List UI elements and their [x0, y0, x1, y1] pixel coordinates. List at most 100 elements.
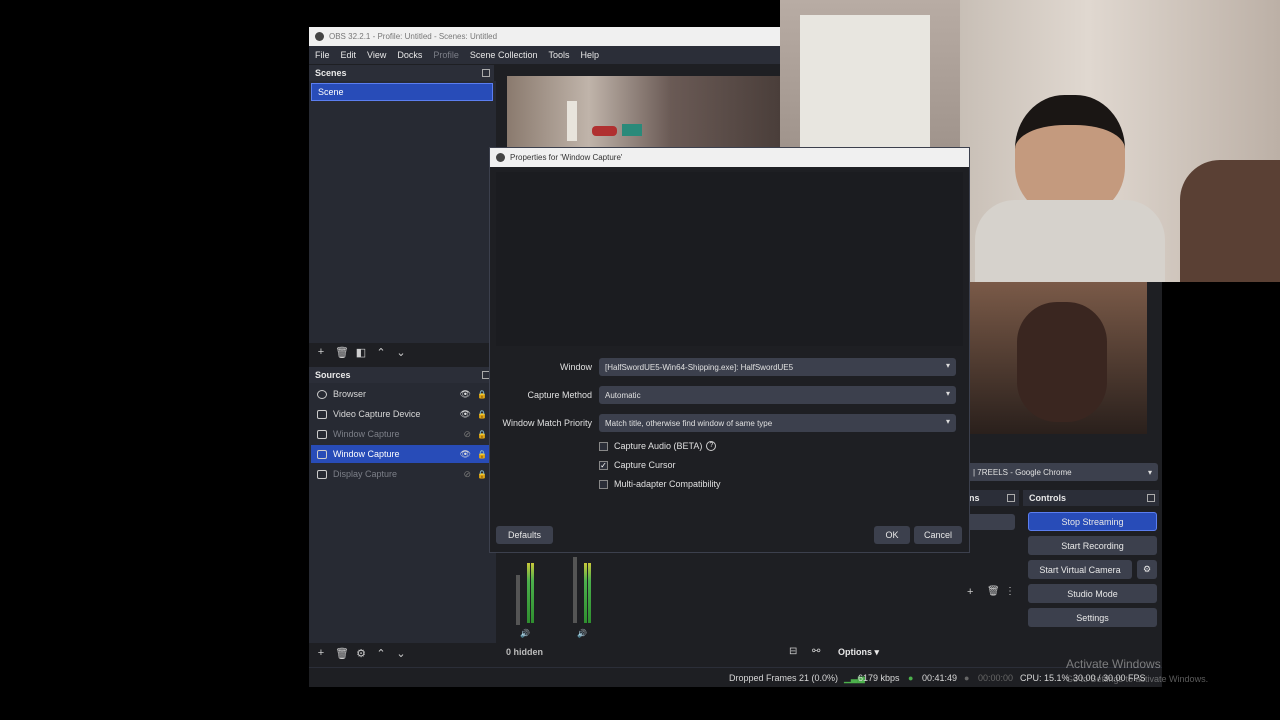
eye-hidden-icon[interactable]: ⊘: [463, 469, 471, 480]
recording-indicator-icon: ●: [964, 673, 970, 683]
undock-icon[interactable]: [482, 69, 490, 77]
capture-cursor-checkbox[interactable]: ✓ Capture Cursor: [599, 460, 676, 470]
window-select-value: [HalfSwordUE5-Win64-Shipping.exe]: HalfS…: [605, 362, 794, 372]
eye-icon[interactable]: 👁: [460, 389, 471, 400]
cancel-button[interactable]: Cancel: [914, 526, 962, 544]
match-priority-value: Match title, otherwise find window of sa…: [605, 418, 773, 428]
checkbox-unchecked[interactable]: [599, 441, 608, 451]
volume-slider[interactable]: [516, 575, 520, 625]
source-item-video-capture[interactable]: Video Capture Device 👁 🔒: [311, 405, 489, 423]
menu-help[interactable]: Help: [580, 50, 599, 60]
source-label: Display Capture: [333, 469, 398, 479]
capture-audio-checkbox[interactable]: Capture Audio (BETA) ?: [599, 441, 717, 451]
sources-toolbar: + 🗑 ⚙ ⌃ ⌄: [309, 644, 407, 662]
undock-icon[interactable]: [1007, 494, 1015, 502]
trash-icon[interactable]: 🗑: [335, 647, 349, 660]
lock-icon[interactable]: 🔒: [477, 470, 487, 479]
scene-item-label: Scene: [318, 87, 344, 97]
capture-method-value: Automatic: [605, 390, 641, 400]
recording-time: 00:00:00: [978, 673, 1014, 683]
mixer-options-button[interactable]: Options ▾: [838, 647, 879, 658]
sources-list: Browser 👁 🔒 Video Capture Device 👁 🔒 Win…: [309, 383, 496, 643]
move-down-icon[interactable]: ⌄: [395, 346, 407, 359]
menu-scene-collection[interactable]: Scene Collection: [470, 50, 538, 60]
eye-hidden-icon[interactable]: ⊘: [463, 429, 471, 440]
menu-profile[interactable]: Profile: [433, 50, 459, 60]
checkbox-unchecked[interactable]: [599, 479, 608, 489]
match-priority-select[interactable]: Match title, otherwise find window of sa…: [599, 414, 956, 432]
lock-icon[interactable]: 🔒: [477, 430, 487, 439]
browser-source-value: | 7REELS - Google Chrome: [973, 467, 1072, 477]
source-label: Browser: [333, 389, 367, 399]
browser-source-select[interactable]: | 7REELS - Google Chrome ▾: [967, 463, 1158, 481]
capture-cursor-label: Capture Cursor: [614, 460, 676, 470]
eye-icon[interactable]: 👁: [460, 449, 471, 460]
window-select[interactable]: [HalfSwordUE5-Win64-Shipping.exe]: HalfS…: [599, 358, 956, 376]
start-recording-button[interactable]: Start Recording: [1028, 536, 1157, 555]
checkbox-checked[interactable]: ✓: [599, 460, 608, 470]
move-up-icon[interactable]: ⌃: [375, 647, 387, 660]
source-item-window-capture-hidden[interactable]: Window Capture ⊘ 🔒: [311, 425, 489, 443]
start-virtual-camera-button[interactable]: Start Virtual Camera: [1028, 560, 1132, 579]
multi-adapter-label: Multi-adapter Compatibility: [614, 479, 721, 489]
dialog-title: Properties for 'Window Capture': [510, 153, 623, 162]
settings-button[interactable]: Settings: [1028, 608, 1157, 627]
source-item-window-capture-selected[interactable]: Window Capture 👁 🔒: [311, 445, 489, 463]
transition-combo[interactable]: [967, 514, 1015, 530]
move-down-icon[interactable]: ⌄: [395, 647, 407, 660]
move-up-icon[interactable]: ⌃: [375, 346, 387, 359]
trash-icon[interactable]: 🗑: [987, 586, 1000, 597]
menu-file[interactable]: File: [315, 50, 330, 60]
volume-slider[interactable]: [573, 557, 577, 623]
dialog-preview: [496, 172, 963, 346]
sources-dock-title: Sources: [309, 367, 494, 383]
help-icon[interactable]: ?: [706, 441, 717, 451]
add-icon[interactable]: +: [315, 647, 327, 659]
add-icon[interactable]: +: [967, 586, 973, 598]
filter-icon[interactable]: ◧: [355, 346, 367, 359]
lock-icon[interactable]: 🔒: [477, 390, 487, 399]
stop-streaming-button[interactable]: Stop Streaming: [1028, 512, 1157, 531]
link-icon[interactable]: ⚯: [812, 646, 820, 657]
scenes-dock-title: Scenes: [309, 65, 494, 81]
preview-object: [622, 124, 642, 136]
obs-logo-icon: [315, 32, 324, 41]
scenes-title: Scenes: [315, 68, 347, 78]
person-shirt-image: [975, 200, 1165, 282]
more-icon[interactable]: ⋮: [1005, 586, 1015, 597]
capture-method-select[interactable]: Automatic ▾: [599, 386, 956, 404]
menu-tools[interactable]: Tools: [548, 50, 569, 60]
virtual-camera-gear-icon[interactable]: ⚙: [1137, 560, 1157, 579]
window-label: Window: [559, 362, 592, 372]
layout-icon[interactable]: ⊟: [789, 646, 797, 657]
source-label: Window Capture: [333, 449, 400, 459]
speaker-icon[interactable]: 🔊: [577, 629, 587, 638]
source-item-browser[interactable]: Browser 👁 🔒: [311, 385, 489, 403]
menu-view[interactable]: View: [367, 50, 386, 60]
preview-canvas[interactable]: [507, 76, 780, 149]
source-item-display-capture[interactable]: Display Capture ⊘ 🔒: [311, 465, 489, 483]
capture-audio-label: Capture Audio (BETA): [614, 441, 703, 451]
menu-docks[interactable]: Docks: [397, 50, 422, 60]
volume-meter: [527, 563, 530, 623]
preview-object: [592, 126, 617, 136]
chevron-down-icon: ▾: [945, 361, 950, 370]
gear-icon[interactable]: ⚙: [355, 647, 367, 660]
transitions-title: ns: [969, 493, 980, 503]
undock-icon[interactable]: [1147, 494, 1155, 502]
defaults-button[interactable]: Defaults: [496, 526, 553, 544]
add-icon[interactable]: +: [315, 346, 327, 358]
eye-icon[interactable]: 👁: [460, 409, 471, 420]
window-icon: [317, 429, 327, 439]
ok-button[interactable]: OK: [874, 526, 910, 544]
lock-icon[interactable]: 🔒: [477, 450, 487, 459]
match-priority-label: Window Match Priority: [502, 418, 592, 428]
menu-edit[interactable]: Edit: [341, 50, 357, 60]
studio-mode-button[interactable]: Studio Mode: [1028, 584, 1157, 603]
scene-item[interactable]: Scene: [311, 83, 493, 101]
trash-icon[interactable]: 🗑: [335, 346, 349, 359]
multi-adapter-checkbox[interactable]: Multi-adapter Compatibility: [599, 479, 721, 489]
speaker-icon[interactable]: 🔊: [520, 629, 530, 638]
cpu-usage: CPU: 15.1%: [1020, 673, 1070, 683]
lock-icon[interactable]: 🔒: [477, 410, 487, 419]
